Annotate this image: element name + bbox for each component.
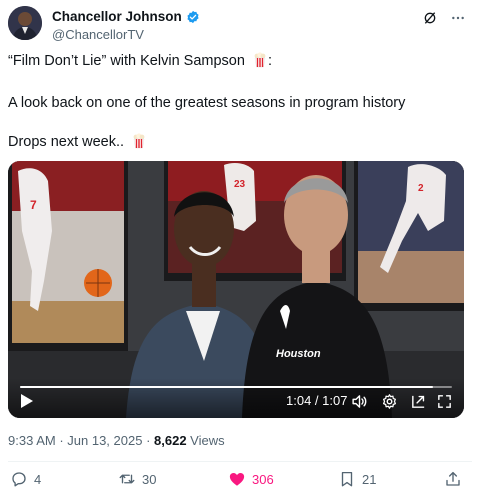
video-progress-bar[interactable] [20,386,452,388]
tweet-text-line-1: “Film Don’t Lie” with Kelvin Sampson : [8,52,272,69]
repost-icon [119,474,135,484]
like-button[interactable]: 306 [228,470,274,488]
settings-gear-icon[interactable] [381,393,398,410]
popcorn-icon [254,52,266,68]
tweet-text-line-2: A look back on one of the greatest seaso… [8,95,406,111]
verified-badge-icon [187,10,199,23]
repost-button[interactable]: 30 [118,470,156,488]
reply-count: 4 [34,471,42,487]
action-bar: 4 30 306 21 [0,470,480,494]
video-progress-fill [20,386,433,388]
repost-count: 30 [142,471,157,487]
volume-icon[interactable] [351,393,368,410]
author-handle[interactable]: @ChancellorTV [52,27,144,42]
tweet-meta: 9:33 AM · Jun 13, 2025 · 8,622 Views [8,433,225,448]
heart-filled-icon [229,473,245,486]
video-controls: 1:04 / 1:07 [8,378,464,418]
jersey-number: 7 [30,198,37,212]
avatar[interactable] [8,6,42,40]
jersey-number: 2 [418,183,424,194]
bookmark-count: 21 [362,471,377,487]
author-name[interactable]: Chancellor Johnson [52,9,182,24]
bookmark-button[interactable]: 21 [338,470,376,488]
tweet-date[interactable]: Jun 13, 2025 [67,433,142,448]
tweet-time[interactable]: 9:33 AM [8,433,56,448]
reply-icon [12,472,26,487]
popcorn-icon [133,133,145,149]
tweet-header: Chancellor Johnson @ChancellorTV [8,6,472,42]
video-player[interactable]: 7 23 2 Houston 1:04 / 1:07 [8,161,464,418]
shirt-text: Houston [276,348,321,360]
share-icon [446,471,460,486]
share-button[interactable] [444,470,462,488]
divider [8,461,472,462]
fullscreen-icon[interactable] [436,393,453,410]
like-count: 306 [252,471,274,487]
bookmark-icon [341,471,353,487]
views-count: 8,622 [154,433,187,448]
jersey-number: 23 [234,179,246,190]
reply-button[interactable]: 4 [10,470,41,488]
more-options-icon[interactable] [450,10,466,26]
grok-icon[interactable] [422,10,438,26]
picture-in-picture-icon[interactable] [410,393,427,410]
tweet-text-line-3: Drops next week.. [8,133,147,151]
video-time: 1:04 / 1:07 [286,393,348,408]
views-label: Views [186,433,225,448]
play-icon[interactable] [20,393,34,409]
